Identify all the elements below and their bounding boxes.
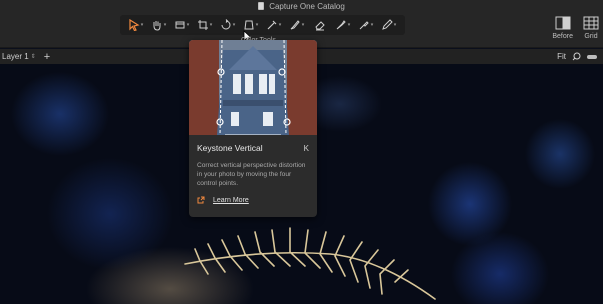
- popup-description: Correct vertical perspective distortion …: [197, 162, 306, 187]
- brush-icon: [290, 20, 300, 30]
- before-button[interactable]: Before: [552, 16, 573, 40]
- before-label: Before: [552, 33, 573, 40]
- heal-icon: [359, 21, 369, 30]
- fit-zoom-button[interactable]: Fit: [557, 52, 566, 61]
- grid-button[interactable]: Grid: [583, 16, 599, 40]
- layer-select-value: Layer 1: [2, 52, 29, 61]
- eraser-icon: [314, 21, 325, 31]
- fern-photo-subject: [184, 227, 436, 300]
- tool-tip-popup: Keystone Vertical K Correct vertical per…: [189, 40, 317, 217]
- window-title: Capture One Catalog: [269, 1, 345, 11]
- grid-label: Grid: [584, 33, 598, 40]
- popup-shortcut: K: [303, 143, 309, 153]
- zoom-magnifier-icon[interactable]: [572, 52, 581, 61]
- pan-tool-button[interactable]: ▾: [147, 16, 170, 34]
- crop-tool-button[interactable]: ▾: [193, 16, 216, 34]
- zoom-controls: Fit: [557, 52, 597, 61]
- color-picker-icon: [267, 20, 277, 30]
- crop-icon: [197, 20, 208, 30]
- brush-tool-button[interactable]: ▾: [285, 16, 308, 34]
- document-icon: [258, 2, 265, 10]
- select-arrow-icon: [129, 19, 140, 31]
- grid-icon: [583, 16, 599, 30]
- keystone-preview-image: [189, 40, 317, 135]
- external-link-icon: [197, 196, 205, 204]
- learn-more-link[interactable]: Learn More: [197, 196, 309, 204]
- zoom-slider[interactable]: [587, 54, 597, 59]
- layer-select[interactable]: Layer 1 ⇕: [2, 52, 36, 61]
- updown-arrows-icon: ⇕: [30, 54, 36, 60]
- pan-hand-icon: [153, 21, 161, 31]
- popup-title: Keystone Vertical: [197, 143, 263, 153]
- eraser-tool-button[interactable]: [308, 16, 331, 34]
- view-buttons: Before Grid: [552, 16, 599, 40]
- gradient-icon: [336, 20, 346, 30]
- before-after-icon: [555, 16, 571, 30]
- color-picker-tool-button[interactable]: ▾: [262, 16, 285, 34]
- heal-tool-button[interactable]: ▾: [354, 16, 377, 34]
- add-layer-button[interactable]: +: [44, 51, 50, 63]
- learn-more-label: Learn More: [213, 196, 249, 204]
- rotate-tool-button[interactable]: ▾: [216, 16, 239, 34]
- loupe-icon: [175, 21, 185, 29]
- annotate-icon: [381, 19, 393, 30]
- building-illustration: [189, 40, 317, 135]
- title-bar: Capture One Catalog: [0, 0, 603, 12]
- select-tool-button[interactable]: ▾: [124, 16, 147, 34]
- gradient-tool-button[interactable]: ▾: [331, 16, 354, 34]
- annotate-tool-button[interactable]: ▾: [377, 16, 400, 34]
- loupe-tool-button[interactable]: ▾: [170, 16, 193, 34]
- rotate-icon: [221, 19, 231, 30]
- cursor-tools-strip: ▾ ▾ ▾ ▾ ▾ ▾ ▾ ▾ ▾ ▾ ▾: [120, 15, 405, 35]
